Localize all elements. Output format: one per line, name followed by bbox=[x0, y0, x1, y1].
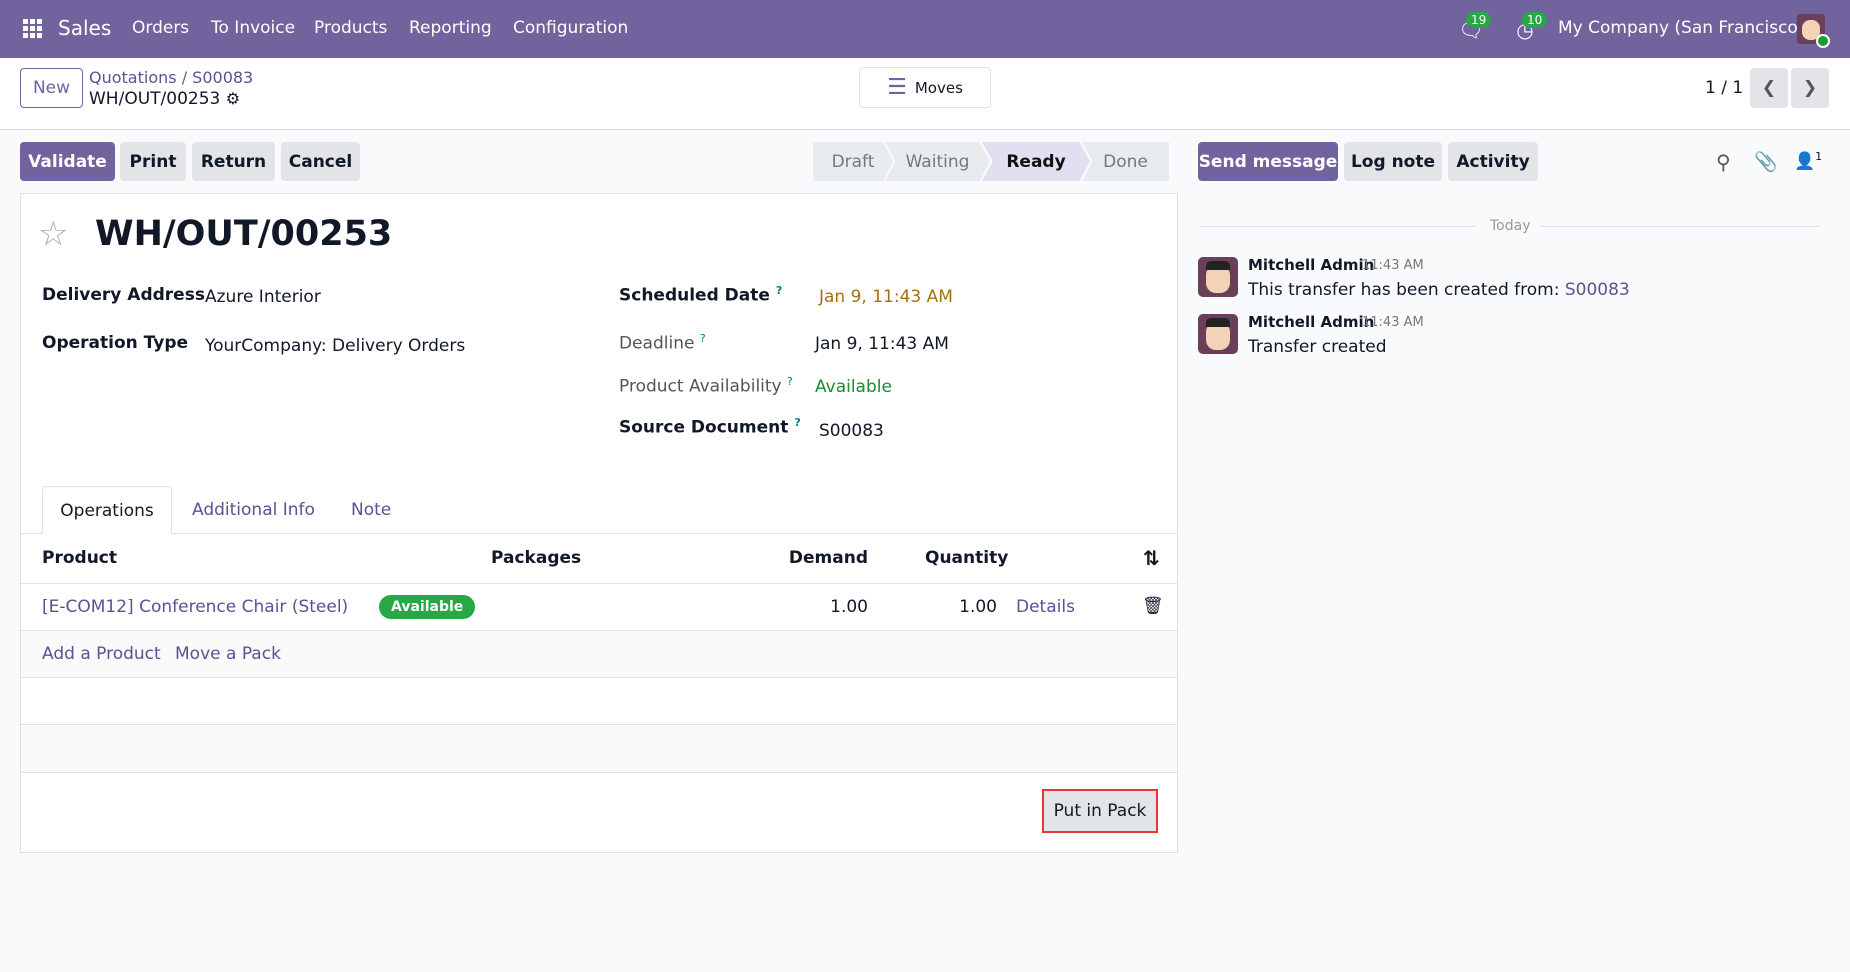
operation-type-label: Operation Type bbox=[42, 333, 189, 353]
apps-grid-icon[interactable] bbox=[22, 18, 44, 40]
source-document-field[interactable]: S00083 bbox=[819, 421, 884, 441]
menu-reporting[interactable]: Reporting bbox=[409, 18, 492, 38]
delivery-address-label: Delivery Address bbox=[42, 285, 205, 305]
date-separator: Today bbox=[1490, 218, 1531, 234]
activity-badge: 10 bbox=[1522, 12, 1548, 28]
message-time: 11:43 AM bbox=[1362, 315, 1424, 330]
return-button[interactable]: Return bbox=[192, 142, 275, 181]
menu-to-invoice[interactable]: To Invoice bbox=[211, 18, 295, 38]
control-panel: New Quotations / S00083 WH/OUT/00253 ⚙ ☰… bbox=[0, 58, 1850, 130]
status-waiting[interactable]: Waiting bbox=[885, 142, 990, 181]
menu-orders[interactable]: Orders bbox=[132, 18, 189, 38]
author-avatar[interactable] bbox=[1198, 314, 1238, 354]
log-note-button[interactable]: Log note bbox=[1344, 142, 1442, 181]
status-done[interactable]: Done bbox=[1082, 142, 1169, 181]
product-cell[interactable]: [E-COM12] Conference Chair (Steel) bbox=[42, 597, 348, 617]
current-record: WH/OUT/00253 ⚙ bbox=[89, 89, 240, 109]
top-navbar: Sales Orders To Invoice Products Reporti… bbox=[0, 0, 1850, 58]
message-body: This transfer has been created from: S00… bbox=[1248, 280, 1630, 300]
optional-columns-icon[interactable]: ⇅ bbox=[1143, 546, 1160, 570]
status-bar: Draft Waiting Ready Done bbox=[813, 142, 1177, 181]
empty-row bbox=[21, 678, 1177, 725]
cancel-button[interactable]: Cancel bbox=[281, 142, 360, 181]
empty-row bbox=[21, 725, 1177, 773]
scheduled-date-label: Scheduled Date ? bbox=[619, 284, 783, 306]
column-packages[interactable]: Packages bbox=[491, 548, 581, 568]
status-draft[interactable]: Draft bbox=[813, 142, 893, 181]
new-button[interactable]: New bbox=[20, 68, 83, 108]
tab-operations[interactable]: Operations bbox=[42, 486, 172, 534]
moves-label: Moves bbox=[914, 78, 963, 97]
activity-button[interactable]: Activity bbox=[1448, 142, 1538, 181]
message-source-link[interactable]: S00083 bbox=[1565, 280, 1630, 300]
put-in-pack-button[interactable]: Put in Pack bbox=[1042, 789, 1158, 833]
move-pack-link[interactable]: Move a Pack bbox=[175, 644, 281, 664]
column-demand[interactable]: Demand bbox=[789, 548, 868, 568]
message-body: Transfer created bbox=[1248, 337, 1387, 357]
list-icon: ☰ bbox=[887, 75, 907, 100]
followers-count: 1 bbox=[1815, 150, 1823, 163]
user-avatar[interactable] bbox=[1797, 14, 1830, 48]
company-switcher[interactable]: My Company (San Francisco) bbox=[1558, 18, 1804, 38]
demand-cell: 1.00 bbox=[830, 597, 868, 617]
gear-icon[interactable]: ⚙ bbox=[226, 89, 240, 108]
add-line-row: Add a Product Move a Pack bbox=[21, 631, 1177, 678]
table-header: Product Packages Demand Quantity ⇅ bbox=[21, 534, 1177, 584]
trash-icon[interactable]: 🗑 bbox=[1142, 596, 1164, 616]
add-product-link[interactable]: Add a Product bbox=[42, 644, 161, 664]
breadcrumb-order[interactable]: S00083 bbox=[192, 68, 253, 87]
menu-configuration[interactable]: Configuration bbox=[513, 18, 628, 38]
record-name: WH/OUT/00253 bbox=[89, 89, 221, 109]
online-status-icon bbox=[1816, 34, 1830, 48]
product-availability-field: Available bbox=[815, 377, 892, 397]
followers-button[interactable]: 👤1 bbox=[1794, 150, 1822, 172]
tab-additional-info[interactable]: Additional Info bbox=[192, 500, 315, 520]
pager-next-button[interactable]: ❯ bbox=[1791, 68, 1829, 108]
paperclip-icon[interactable]: 📎 bbox=[1754, 150, 1778, 173]
deadline-label: Deadline ? bbox=[619, 332, 706, 354]
star-icon[interactable]: ☆ bbox=[38, 214, 68, 254]
pager-previous-button[interactable]: ❮ bbox=[1750, 68, 1788, 108]
messages-badge: 19 bbox=[1466, 12, 1492, 28]
deadline-field: Jan 9, 11:43 AM bbox=[815, 334, 949, 354]
record-title: WH/OUT/00253 bbox=[95, 214, 393, 254]
availability-badge: Available bbox=[379, 595, 476, 619]
source-document-label: Source Document ? bbox=[619, 416, 801, 438]
message-time: 11:43 AM bbox=[1362, 258, 1424, 273]
app-name[interactable]: Sales bbox=[58, 16, 111, 40]
message-author[interactable]: Mitchell Admin bbox=[1248, 256, 1374, 274]
print-button[interactable]: Print bbox=[120, 142, 186, 181]
validate-button[interactable]: Validate bbox=[20, 142, 115, 181]
search-icon[interactable]: ⚲ bbox=[1716, 150, 1731, 174]
scheduled-date-field[interactable]: Jan 9, 11:43 AM bbox=[819, 287, 953, 307]
column-quantity[interactable]: Quantity bbox=[925, 548, 1008, 568]
activity-button[interactable]: ◷ 10 bbox=[1500, 12, 1550, 44]
tab-note[interactable]: Note bbox=[351, 500, 391, 520]
details-button[interactable]: Details bbox=[1016, 597, 1075, 617]
status-ready[interactable]: Ready bbox=[982, 142, 1090, 181]
author-avatar[interactable] bbox=[1198, 257, 1238, 297]
quantity-cell[interactable]: 1.00 bbox=[959, 597, 997, 617]
moves-button[interactable]: ☰ Moves bbox=[859, 67, 991, 108]
delivery-address-field[interactable]: Azure Interior bbox=[205, 287, 321, 307]
form-sheet: ☆ WH/OUT/00253 Delivery Address Azure In… bbox=[20, 193, 1178, 853]
table-row[interactable]: [E-COM12] Conference Chair (Steel) Avail… bbox=[21, 584, 1177, 631]
product-availability-label: Product Availability ? bbox=[619, 375, 793, 397]
operation-type-field[interactable]: YourCompany: Delivery Orders bbox=[205, 336, 465, 356]
messages-button[interactable]: 🗨 19 bbox=[1446, 12, 1496, 44]
send-message-button[interactable]: Send message bbox=[1198, 142, 1338, 181]
breadcrumb-quotations[interactable]: Quotations bbox=[89, 68, 177, 87]
breadcrumb-separator: / bbox=[181, 68, 193, 87]
pager-value[interactable]: 1 / 1 bbox=[1705, 78, 1743, 98]
breadcrumb: Quotations / S00083 bbox=[89, 68, 253, 87]
message-author[interactable]: Mitchell Admin bbox=[1248, 313, 1374, 331]
column-product[interactable]: Product bbox=[42, 548, 117, 568]
menu-products[interactable]: Products bbox=[314, 18, 387, 38]
